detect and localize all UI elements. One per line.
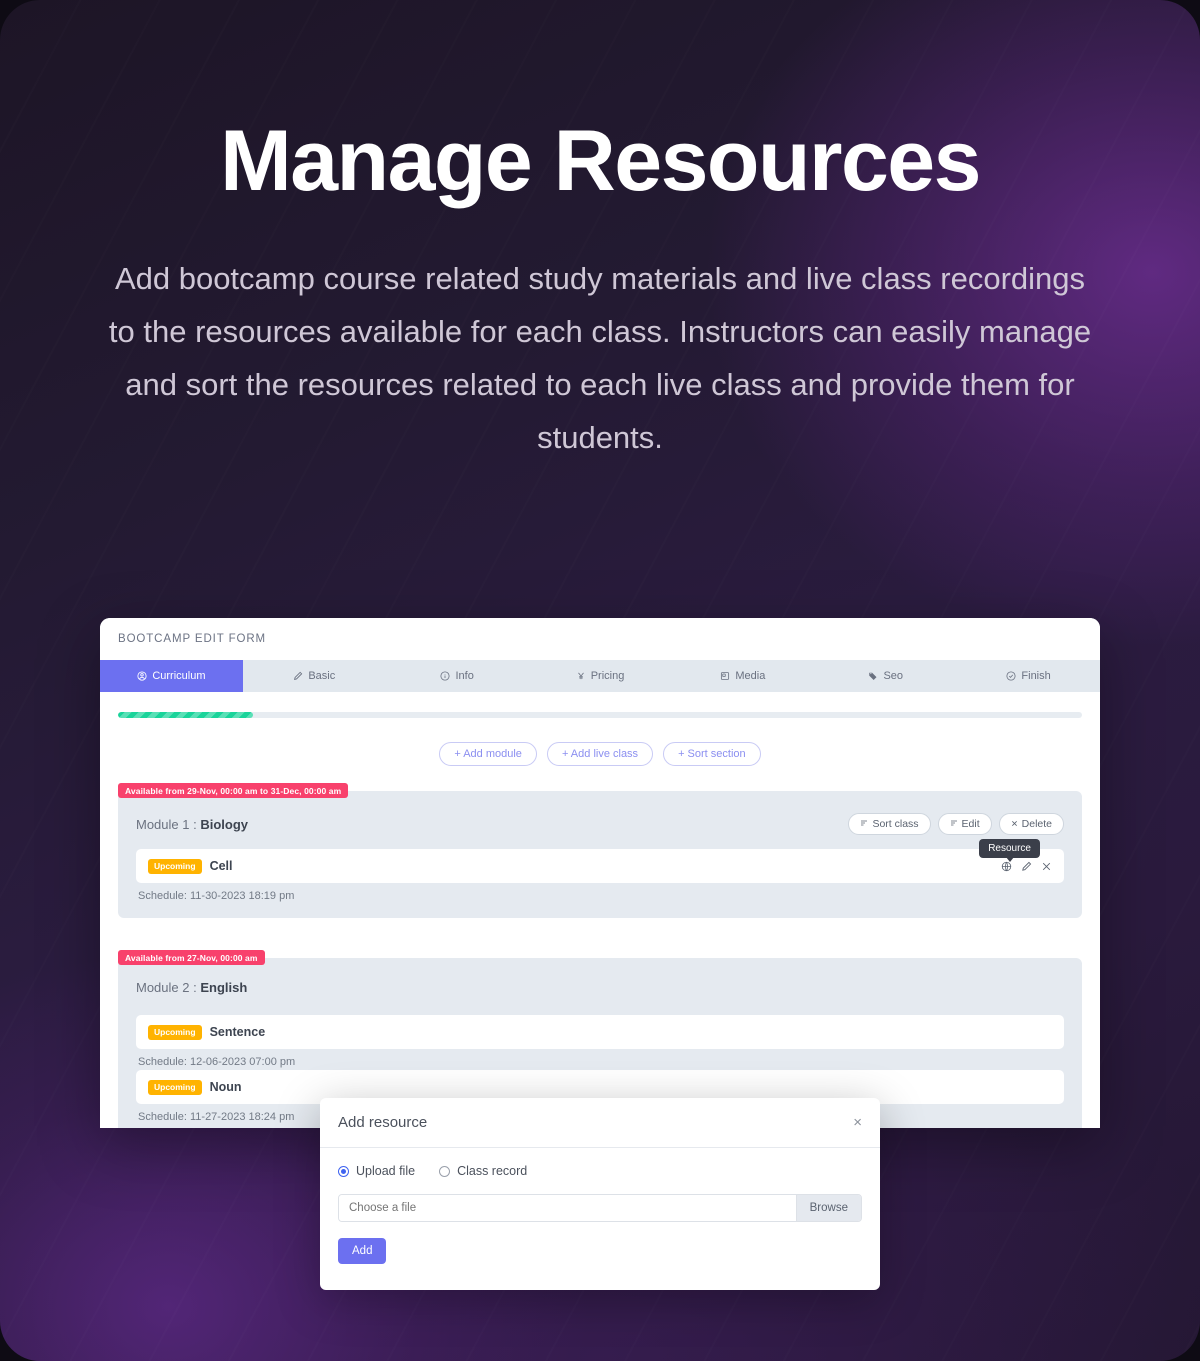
resource-tooltip: Resource <box>979 839 1040 862</box>
tab-label: Basic <box>308 670 336 682</box>
sort-section-button[interactable]: + Sort section <box>663 742 761 766</box>
page-root: Manage Resources Add bootcamp course rel… <box>0 0 1200 1361</box>
class-row-left: Upcoming Sentence <box>148 1024 266 1040</box>
app-window-header: BOOTCAMP EDIT FORM <box>100 618 1100 660</box>
tab-info[interactable]: Info <box>385 660 529 692</box>
add-resource-submit-button[interactable]: Add <box>338 1238 387 1264</box>
tab-label: Curriculum <box>152 670 206 682</box>
class-row-actions <box>1001 861 1052 872</box>
module-title-prefix: Module 1 : <box>136 816 201 832</box>
close-icon <box>1011 818 1018 830</box>
module-item: Available from 29-Nov, 00:00 am to 31-De… <box>118 783 1082 918</box>
info-circle-icon <box>440 671 450 681</box>
status-badge: Upcoming <box>148 1024 202 1040</box>
app-header-title: BOOTCAMP EDIT FORM <box>118 633 267 645</box>
radio-dot-icon <box>439 1165 451 1177</box>
tab-label: Finish <box>1021 670 1051 682</box>
page-title: Manage Resources <box>220 113 981 209</box>
tab-pricing[interactable]: Pricing <box>528 660 672 692</box>
availability-badge: Available from 27-Nov, 00:00 am <box>118 950 265 965</box>
class-name: Noun <box>209 1080 242 1094</box>
sort-icon <box>860 818 868 830</box>
class-row: Upcoming Sentence <box>136 1015 1064 1049</box>
module-header: Module 1 : Biology Sort class Edit Delet… <box>136 813 1064 862</box>
class-schedule: Schedule: 11-30-2023 18:19 pm <box>138 890 295 902</box>
delete-close-icon[interactable] <box>1041 861 1052 872</box>
radio-label: Upload file <box>356 1164 416 1178</box>
pen-icon <box>293 671 303 681</box>
yen-icon <box>576 671 586 681</box>
radio-dot-icon <box>338 1165 349 1177</box>
class-schedule: Schedule: 12-06-2023 07:00 pm <box>138 1056 296 1068</box>
check-circle-icon <box>1006 671 1016 681</box>
class-row-left: Upcoming Noun <box>148 1079 242 1095</box>
page-description: Add bootcamp course related study materi… <box>108 261 1092 455</box>
radio-upload-file[interactable]: Upload file <box>338 1164 415 1178</box>
module-title: Module 1 : Biology <box>136 817 248 832</box>
add-module-button[interactable]: + Add module <box>439 742 537 766</box>
image-icon <box>720 671 730 681</box>
tab-basic[interactable]: Basic <box>242 660 386 692</box>
class-row-left: Upcoming Cell <box>148 858 233 874</box>
class-row: Upcoming Cell <box>136 849 1064 883</box>
edit-pencil-icon[interactable] <box>1021 861 1032 872</box>
tab-media[interactable]: Media <box>671 660 815 692</box>
tab-label: Info <box>455 670 474 682</box>
progress-fill <box>118 712 253 718</box>
resource-icon[interactable] <box>1001 861 1012 872</box>
module-card: Module 1 : Biology Sort class Edit Delet… <box>118 791 1082 918</box>
resource-type-radio-group: Upload file Class record <box>338 1164 862 1178</box>
tab-label: Seo <box>883 670 904 682</box>
form-step-tabs: Curriculum Basic Info Pricing Media Seo … <box>100 660 1100 692</box>
add-live-class-button[interactable]: + Add live class <box>546 742 654 766</box>
tab-label: Pricing <box>590 670 625 682</box>
tab-finish[interactable]: Finish <box>957 660 1100 692</box>
delete-module-button[interactable]: Delete <box>998 813 1064 835</box>
status-badge: Upcoming <box>148 858 202 874</box>
modal-body: Upload file Class record Browse Add <box>320 1148 880 1290</box>
progress-track <box>118 712 1082 718</box>
module-title-name: Biology <box>200 816 248 832</box>
sort-class-button[interactable]: Sort class <box>848 813 931 835</box>
module-actions: Sort class Edit Delete Resource <box>848 813 1064 862</box>
edit-module-button[interactable]: Edit <box>937 813 992 835</box>
modal-header: Add resource × <box>320 1098 880 1148</box>
sort-icon <box>950 818 958 830</box>
module-title-name: English <box>200 980 248 995</box>
radio-label: Class record <box>457 1164 528 1178</box>
file-path-input[interactable] <box>339 1195 796 1221</box>
close-icon[interactable]: × <box>853 1115 862 1130</box>
button-label: Sort class <box>872 818 919 830</box>
module-list: Available from 29-Nov, 00:00 am to 31-De… <box>100 783 1100 1128</box>
module-title-prefix: Module 2 : <box>136 980 201 995</box>
bootcamp-edit-form-window: BOOTCAMP EDIT FORM Curriculum Basic Info… <box>100 618 1100 1128</box>
hero-section: Manage Resources Add bootcamp course rel… <box>0 0 1200 464</box>
tab-curriculum[interactable]: Curriculum <box>100 660 243 692</box>
class-name: Cell <box>209 859 233 873</box>
availability-badge: Available from 29-Nov, 00:00 am to 31-De… <box>118 783 349 798</box>
progress-bar-wrap <box>100 692 1100 718</box>
tab-label: Media <box>735 670 766 682</box>
add-resource-modal: Add resource × Upload file Class record … <box>320 1098 880 1290</box>
modal-title: Add resource <box>338 1114 428 1131</box>
user-circle-icon <box>137 671 147 681</box>
status-badge: Upcoming <box>148 1079 202 1095</box>
module-header: Module 2 : English <box>136 980 1064 995</box>
file-picker: Browse <box>338 1194 862 1222</box>
tag-icon <box>868 671 878 681</box>
module-title: Module 2 : English <box>136 980 247 995</box>
tab-seo[interactable]: Seo <box>814 660 958 692</box>
curriculum-toolbar: + Add module + Add live class + Sort sec… <box>100 742 1100 766</box>
button-label: Delete <box>1021 818 1052 830</box>
class-name: Sentence <box>209 1025 266 1039</box>
browse-button[interactable]: Browse <box>795 1195 861 1221</box>
button-label: Edit <box>961 818 980 830</box>
radio-class-record[interactable]: Class record <box>439 1164 527 1178</box>
